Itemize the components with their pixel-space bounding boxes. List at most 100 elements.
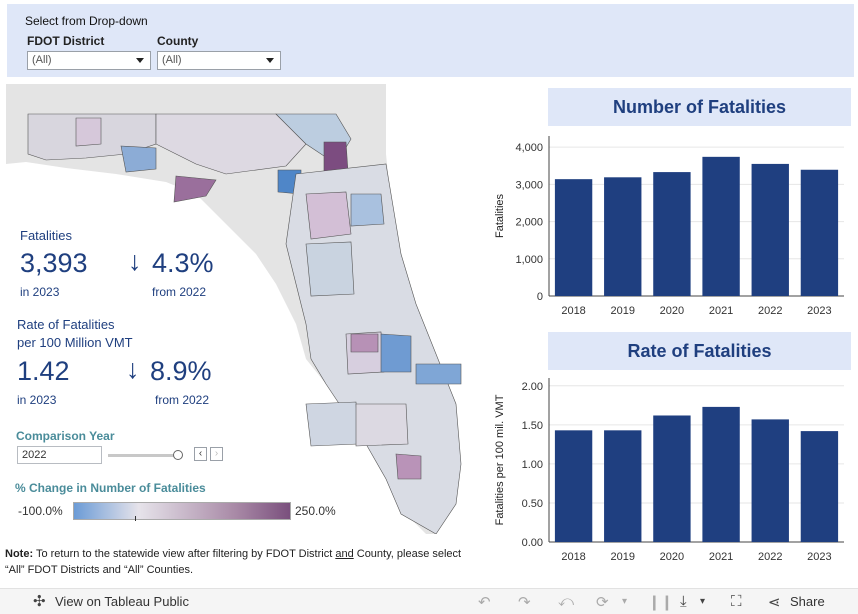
y-tick-label: 3,000 <box>515 179 543 191</box>
chevron-left-icon: ‹ <box>198 448 203 459</box>
rate-bar-chart[interactable]: Fatalities per 100 mil. VMT 0.00 0.50 1.00 1… <box>490 374 852 574</box>
y-tick-label: 4,000 <box>515 142 543 154</box>
x-tick-label: 2018 <box>561 305 585 317</box>
chart2-title: Rate of Fatalities <box>548 332 851 370</box>
bar[interactable] <box>604 430 642 542</box>
x-tick-label: 2023 <box>807 551 831 563</box>
rate-label-2: per 100 Million VMT <box>17 335 133 350</box>
share-button[interactable]: Share <box>790 594 825 609</box>
legend-title: % Change in Number of Fatalities <box>15 481 206 495</box>
district-dropdown[interactable]: (All) <box>27 51 151 70</box>
county-region[interactable] <box>380 333 412 373</box>
fatalities-value: 3,393 <box>20 248 88 278</box>
county-region[interactable] <box>305 401 359 447</box>
x-tick-label: 2020 <box>660 305 684 317</box>
y-tick-label: 0 <box>537 291 543 303</box>
y-axis-title: Fatalities <box>494 193 506 238</box>
fatalities-year: in 2023 <box>20 285 60 299</box>
county-region[interactable] <box>75 117 102 147</box>
bar[interactable] <box>702 156 740 296</box>
comparison-year-slider[interactable] <box>108 454 178 457</box>
chevron-down-icon <box>266 58 274 63</box>
pause-icon[interactable]: ❙❙ <box>648 593 673 611</box>
download-icon[interactable]: ⤓ <box>680 593 687 610</box>
x-tick-label: 2021 <box>709 305 733 317</box>
bar[interactable] <box>800 169 839 296</box>
bar[interactable] <box>554 179 593 296</box>
filter-bar: Select from Drop-down FDOT District (All… <box>7 4 854 77</box>
download-dropdown-icon[interactable]: ▾ <box>700 596 705 607</box>
x-tick-label: 2018 <box>561 551 585 563</box>
county-region[interactable] <box>120 145 157 173</box>
bar[interactable] <box>653 415 691 542</box>
comparison-year-input[interactable]: 2022 <box>17 446 102 464</box>
legend-max-label: 250.0% <box>295 504 336 518</box>
fatalities-label: Fatalities <box>20 228 73 243</box>
tableau-icon: ✣ <box>33 593 46 610</box>
chart1-title: Number of Fatalities <box>548 88 851 126</box>
bar[interactable] <box>702 406 740 542</box>
district-dropdown-value: (All) <box>32 54 52 66</box>
share-icon[interactable]: ⋖ <box>768 593 781 611</box>
fatalities-change-from: from 2022 <box>152 285 207 299</box>
chevron-right-icon: › <box>214 448 219 459</box>
x-tick-label: 2022 <box>758 305 782 317</box>
bar[interactable] <box>554 430 593 542</box>
map-canvas[interactable] <box>6 84 470 534</box>
refresh-dropdown-icon[interactable]: ▾ <box>622 596 627 607</box>
redo-icon[interactable]: ↷ <box>518 593 531 611</box>
note-and: and <box>335 548 354 560</box>
chevron-down-icon <box>136 58 144 63</box>
bar[interactable] <box>604 177 642 296</box>
x-tick-label: 2022 <box>758 551 782 563</box>
revert-icon[interactable]: ⤺ <box>558 593 574 610</box>
next-year-button[interactable]: › <box>210 447 223 461</box>
view-on-tableau-link[interactable]: View on Tableau Public <box>55 594 189 609</box>
rate-label-1: Rate of Fatalities <box>17 317 115 332</box>
y-tick-label: 2,000 <box>515 217 543 229</box>
note-text: Note: To return to the statewide view af… <box>5 546 465 578</box>
bar[interactable] <box>800 431 839 542</box>
y-tick-label: 1.00 <box>522 459 543 471</box>
rate-value: 1.42 <box>17 356 70 386</box>
rate-change: 8.9% <box>150 356 212 386</box>
county-region[interactable] <box>350 333 379 353</box>
district-label: FDOT District <box>27 34 105 48</box>
x-tick-label: 2021 <box>709 551 733 563</box>
county-dropdown-value: (All) <box>162 54 182 66</box>
fatalities-bar-chart[interactable]: Fatalities 0 1,000 2,000 3,000 4,000 2018 2019 2… <box>490 132 852 328</box>
arrow-down-icon: ↓ <box>126 354 140 384</box>
refresh-icon[interactable]: ⟳ <box>596 593 609 611</box>
fullscreen-icon[interactable]: ⛶ <box>731 593 742 610</box>
legend-min-label: -100.0% <box>18 504 63 518</box>
y-tick-label: 2.00 <box>522 381 543 393</box>
x-tick-label: 2020 <box>660 551 684 563</box>
comparison-year-label: Comparison Year <box>16 429 115 443</box>
rate-change-from: from 2022 <box>155 393 210 407</box>
previous-year-button[interactable]: ‹ <box>194 447 207 461</box>
rate-year: in 2023 <box>17 393 57 407</box>
note-prefix: Note: <box>5 548 34 560</box>
bar[interactable] <box>751 419 789 542</box>
y-tick-label: 0.50 <box>522 498 543 510</box>
county-region[interactable] <box>305 241 355 297</box>
arrow-down-icon: ↓ <box>128 246 142 276</box>
x-tick-label: 2023 <box>807 305 831 317</box>
note-text-1: To return to the statewide view after fi… <box>33 548 336 560</box>
y-tick-label: 0.00 <box>522 537 543 549</box>
county-region[interactable] <box>415 363 462 385</box>
slider-handle[interactable] <box>173 450 183 460</box>
county-label: County <box>157 34 199 48</box>
county-dropdown[interactable]: (All) <box>157 51 281 70</box>
county-region[interactable] <box>350 193 385 227</box>
bar[interactable] <box>653 172 691 296</box>
filter-title: Select from Drop-down <box>25 14 148 28</box>
x-tick-label: 2019 <box>611 305 635 317</box>
county-region[interactable] <box>355 403 409 447</box>
y-tick-label: 1.50 <box>522 420 543 432</box>
county-region[interactable] <box>305 191 352 240</box>
undo-icon[interactable]: ↶ <box>478 593 491 611</box>
county-region[interactable] <box>395 453 422 480</box>
florida-county-map[interactable] <box>6 84 470 534</box>
bar[interactable] <box>751 163 789 296</box>
